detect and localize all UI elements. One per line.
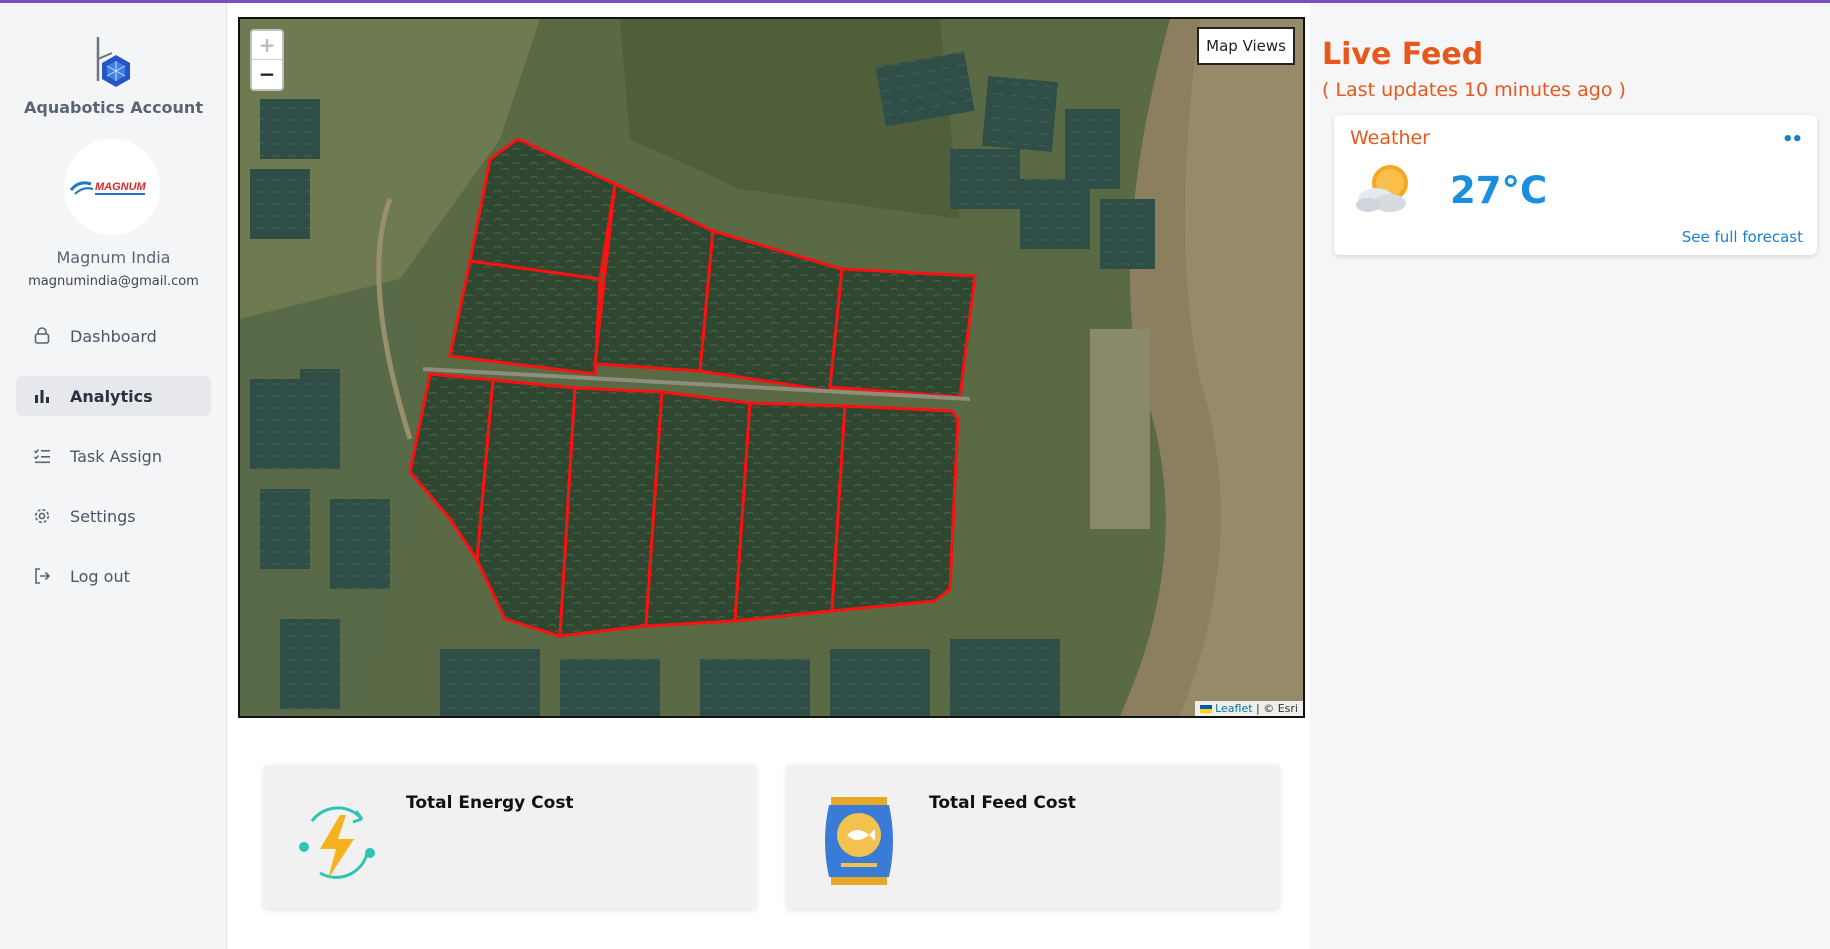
sidebar-item-label: Task Assign (70, 446, 162, 466)
account-name: Aquabotics Account (24, 98, 203, 117)
zoom-in-button[interactable]: + (252, 31, 282, 60)
sidebar-item-task-assign[interactable]: Task Assign (16, 436, 211, 476)
aquabotics-logo-icon (96, 37, 130, 87)
sidebar-item-dashboard[interactable]: Dashboard (16, 316, 211, 356)
weather-title: Weather (1350, 127, 1430, 149)
live-feed-subtitle: ( Last updates 10 minutes ago ) (1322, 79, 1626, 101)
feed-bag-icon (825, 797, 893, 885)
attribution-text: | © Esri (1252, 702, 1298, 715)
weather-menu-icon[interactable]: •• (1782, 129, 1803, 150)
lock-icon (32, 326, 52, 346)
sidebar-item-analytics[interactable]: Analytics (16, 376, 211, 416)
magnum-logo-icon: MAGNUM (69, 181, 147, 195)
energy-bolt-icon (299, 806, 375, 879)
sidebar-item-label: Settings (70, 506, 136, 526)
map-attribution: Leaflet | © Esri (1195, 701, 1303, 716)
energy-cost-title: Total Energy Cost (406, 793, 574, 813)
gear-icon (32, 506, 52, 526)
partly-cloudy-icon (1356, 165, 1408, 212)
live-feed-panel: Live Feed ( Last updates 10 minutes ago … (1310, 3, 1830, 949)
zoom-out-button[interactable]: − (252, 60, 282, 89)
avatar-brand: MAGNUM (95, 181, 147, 193)
satellite-imagery (240, 19, 1303, 716)
full-forecast-link[interactable]: See full forecast (1682, 228, 1803, 246)
live-feed-title: Live Feed (1322, 37, 1484, 72)
weather-card: Weather •• 27°C See full forecast (1334, 115, 1817, 255)
satellite-map[interactable]: + − Map Views Leaflet | © Esri (238, 17, 1305, 718)
user-name: Magnum India (56, 248, 171, 267)
leaflet-link[interactable]: Leaflet (1215, 702, 1252, 715)
weather-temperature: 27°C (1450, 169, 1548, 212)
user-email: magnumindia@gmail.com (28, 274, 199, 289)
feed-cost-card[interactable]: Total Feed Cost (787, 765, 1279, 908)
sidebar-item-logout[interactable]: Log out (16, 556, 211, 596)
logout-icon (32, 566, 52, 586)
energy-cost-card[interactable]: Total Energy Cost (264, 765, 756, 908)
checklist-icon (32, 446, 52, 466)
ukraine-flag-icon (1200, 705, 1213, 713)
bar-chart-icon (32, 386, 52, 406)
sidebar-nav: Dashboard Analytics Task Assign Settings… (16, 316, 211, 616)
zoom-control: + − (250, 29, 284, 91)
avatar[interactable]: MAGNUM (64, 139, 160, 235)
sidebar: Aquabotics Account MAGNUM Magnum India m… (0, 3, 227, 949)
sidebar-item-label: Dashboard (70, 326, 157, 346)
sidebar-item-settings[interactable]: Settings (16, 496, 211, 536)
sidebar-item-label: Analytics (70, 386, 153, 406)
sidebar-item-label: Log out (70, 566, 130, 586)
feed-cost-title: Total Feed Cost (929, 793, 1076, 813)
map-views-button[interactable]: Map Views (1197, 27, 1295, 65)
